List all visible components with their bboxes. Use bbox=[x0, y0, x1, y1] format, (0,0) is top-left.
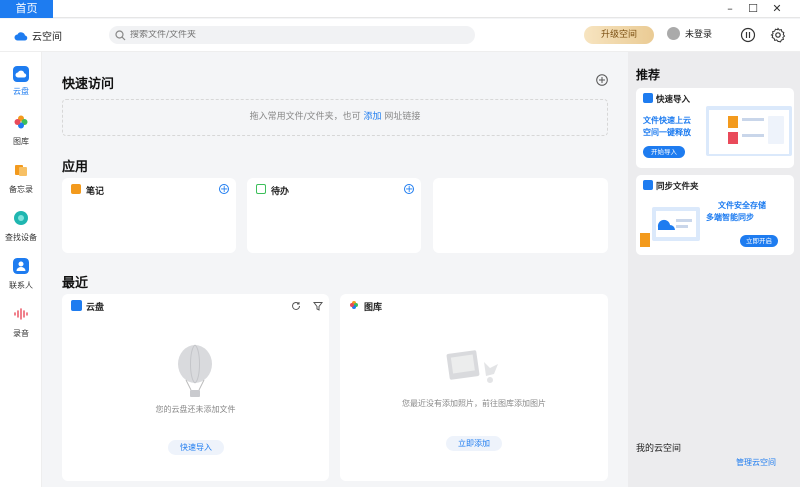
apps-title: 应用 bbox=[62, 160, 89, 175]
login-area[interactable]: 未登录 bbox=[667, 27, 712, 40]
sidebar-item-label: 查找设备 bbox=[5, 233, 37, 242]
find-device-icon bbox=[14, 211, 28, 225]
cloud-logo-icon bbox=[14, 31, 28, 41]
promo-line-1: 文件快速上云 bbox=[643, 116, 691, 125]
cloud-drive-icon bbox=[71, 300, 82, 311]
sidebar: 云盘 图库 备忘录 查找设备 联系人 录音 bbox=[0, 52, 42, 487]
title-bar: 首页 – ☐ ✕ bbox=[0, 0, 800, 18]
add-circle-icon[interactable] bbox=[596, 74, 608, 86]
recommend-panel: 推荐 快速导入 文件快速上云 空间一键释放 开始导入 同步文件夹 文件安全存储 … bbox=[628, 52, 800, 487]
app-name: 云空间 bbox=[32, 32, 62, 43]
gear-icon[interactable] bbox=[770, 27, 786, 43]
sidebar-item-cloud-drive[interactable]: 云盘 bbox=[0, 66, 42, 97]
app-card-notes[interactable]: 笔记 + bbox=[62, 178, 236, 253]
close-button[interactable]: ✕ bbox=[765, 0, 789, 18]
drop-hint-text: 拖入常用文件/文件夹，也可 bbox=[249, 112, 361, 122]
home-tab[interactable]: 首页 bbox=[0, 0, 53, 18]
main-content: 快速访问 拖入常用文件/文件夹，也可 添加 网址链接 应用 笔记 + 待办 + … bbox=[42, 52, 628, 487]
todo-icon bbox=[256, 184, 266, 194]
promo-title: 同步文件夹 bbox=[656, 182, 699, 192]
filter-icon[interactable] bbox=[313, 301, 323, 311]
user-status: 未登录 bbox=[685, 30, 713, 40]
gallery-empty-text: 您最近没有添加照片，前往图库添加图片 bbox=[402, 399, 546, 408]
sidebar-item-find-device[interactable]: 查找设备 bbox=[0, 210, 42, 243]
add-now-button[interactable]: 立即添加 bbox=[446, 436, 502, 451]
sidebar-item-label: 联系人 bbox=[9, 281, 33, 290]
promo-line-2: 空间一键释放 bbox=[643, 128, 691, 137]
manage-cloud-link[interactable]: 管理云空间 bbox=[736, 457, 776, 468]
sync-status-icon[interactable] bbox=[740, 27, 756, 43]
promo-line-2: 多端智能同步 bbox=[706, 213, 754, 222]
quick-access-drop-zone[interactable]: 拖入常用文件/文件夹，也可 添加 网址链接 bbox=[62, 99, 608, 136]
refresh-icon[interactable] bbox=[291, 301, 301, 311]
upgrade-space-button[interactable]: 升级空间 bbox=[584, 26, 654, 44]
app-header: 云空间 升级空间 未登录 bbox=[0, 19, 800, 52]
balloon-illustration bbox=[178, 344, 212, 397]
maximize-button[interactable]: ☐ bbox=[741, 0, 765, 18]
avatar bbox=[667, 27, 680, 40]
sidebar-item-gallery[interactable]: 图库 bbox=[0, 114, 42, 147]
promo-title: 快速导入 bbox=[656, 95, 691, 105]
gallery-icon bbox=[350, 301, 358, 309]
import-illustration bbox=[706, 106, 792, 156]
promo-line-1: 文件安全存储 bbox=[718, 201, 766, 210]
start-import-button[interactable]: 开始导入 bbox=[643, 146, 685, 158]
app-card-empty bbox=[433, 178, 608, 253]
search-icon bbox=[115, 29, 126, 40]
notes-icon bbox=[71, 184, 81, 194]
cloud-empty-text: 您的云盘还未添加文件 bbox=[155, 405, 236, 414]
add-todo-icon[interactable]: + bbox=[404, 184, 414, 195]
sidebar-item-recorder[interactable]: 录音 bbox=[0, 306, 42, 339]
drop-hint-suffix: 网址链接 bbox=[384, 112, 421, 122]
sync-illustration bbox=[640, 207, 700, 247]
promo-sync-folder[interactable]: 同步文件夹 文件安全存储 多端智能同步 立即开启 bbox=[636, 175, 794, 255]
minimize-button[interactable]: – bbox=[718, 0, 742, 18]
app-logo: 云空间 bbox=[14, 28, 62, 43]
sync-folder-icon bbox=[643, 180, 653, 190]
quick-access-title: 快速访问 bbox=[62, 77, 115, 92]
quick-import-button[interactable]: 快速导入 bbox=[168, 440, 224, 455]
add-note-icon[interactable]: + bbox=[219, 184, 229, 195]
memo-icon bbox=[15, 165, 27, 176]
search-box[interactable] bbox=[109, 26, 475, 44]
app-card-label: 笔记 bbox=[86, 187, 105, 197]
gallery-icon bbox=[14, 115, 28, 129]
cloud-drive-icon bbox=[13, 66, 29, 82]
recent-gallery-card: 图库 您最近没有添加照片，前往图库添加图片 立即添加 bbox=[340, 294, 608, 481]
photo-placeholder-illustration bbox=[446, 350, 498, 383]
recent-title: 最近 bbox=[62, 276, 89, 291]
contacts-icon bbox=[13, 258, 29, 274]
app-card-todo[interactable]: 待办 + bbox=[247, 178, 421, 253]
recent-gallery-label: 图库 bbox=[364, 303, 383, 313]
my-cloud-space-label: 我的云空间 bbox=[636, 444, 682, 454]
import-icon bbox=[643, 93, 653, 103]
sidebar-item-label: 图库 bbox=[13, 137, 29, 146]
add-link[interactable]: 添加 bbox=[364, 112, 382, 122]
enable-now-button[interactable]: 立即开启 bbox=[740, 235, 778, 247]
recommend-title: 推荐 bbox=[636, 68, 661, 82]
sidebar-item-label: 云盘 bbox=[13, 87, 29, 96]
recorder-icon bbox=[14, 308, 28, 320]
recent-cloud-label: 云盘 bbox=[86, 303, 105, 313]
sidebar-item-contacts[interactable]: 联系人 bbox=[0, 258, 42, 291]
sidebar-item-label: 录音 bbox=[13, 329, 29, 338]
promo-quick-import[interactable]: 快速导入 文件快速上云 空间一键释放 开始导入 bbox=[636, 88, 794, 168]
sidebar-item-memo[interactable]: 备忘录 bbox=[0, 162, 42, 195]
sidebar-item-label: 备忘录 bbox=[9, 185, 33, 194]
app-card-label: 待办 bbox=[271, 187, 290, 197]
recent-cloud-card: 云盘 您的云盘还未添加文件 快速导入 bbox=[62, 294, 329, 481]
search-input[interactable] bbox=[130, 30, 450, 40]
